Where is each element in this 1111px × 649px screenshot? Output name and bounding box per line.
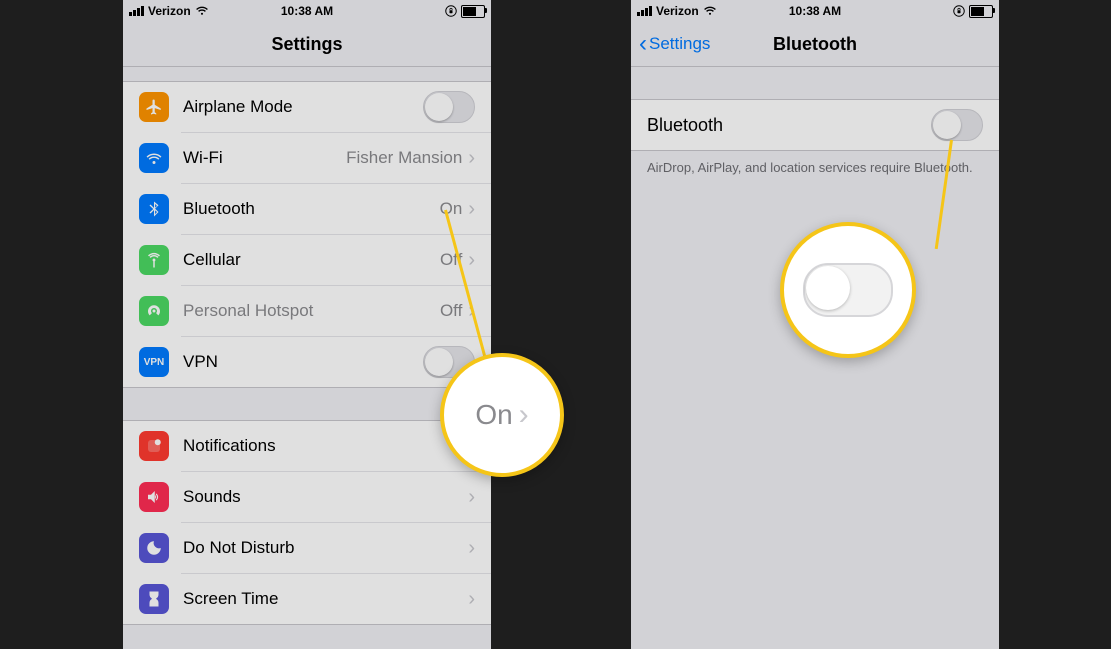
row-label: Bluetooth — [183, 199, 440, 219]
row-notifications[interactable]: Notifications › — [123, 421, 491, 471]
airplane-icon — [139, 92, 169, 122]
row-bluetooth[interactable]: Bluetooth On › — [181, 183, 491, 234]
page-title: Bluetooth — [773, 34, 857, 55]
battery-icon — [969, 5, 993, 18]
row-screen-time[interactable]: Screen Time › — [181, 573, 491, 624]
row-label: Bluetooth — [647, 115, 931, 136]
chevron-right-icon: › — [468, 250, 475, 270]
row-label: Wi-Fi — [183, 148, 346, 168]
dnd-row-icon — [139, 533, 169, 563]
chevron-right-icon: › — [519, 398, 529, 432]
status-time: 10:38 AM — [631, 4, 999, 18]
chevron-right-icon: › — [468, 487, 475, 507]
back-button[interactable]: ‹ Settings — [639, 32, 710, 56]
row-bluetooth-master[interactable]: Bluetooth — [631, 99, 999, 151]
row-value: On — [440, 199, 463, 219]
status-bar: Verizon 10:38 AM — [123, 0, 491, 22]
nav-bar: Settings — [123, 22, 491, 67]
airplane-toggle[interactable] — [423, 91, 475, 123]
status-bar: Verizon 10:38 AM — [631, 0, 999, 22]
bluetooth-row-icon — [139, 194, 169, 224]
row-label: Do Not Disturb — [183, 538, 468, 558]
screentime-row-icon — [139, 584, 169, 614]
settings-group-general: Notifications › Sounds › Do Not Disturb … — [123, 420, 491, 625]
row-label: Sounds — [183, 487, 468, 507]
hotspot-row-icon — [139, 296, 169, 326]
battery-icon — [461, 5, 485, 18]
sounds-row-icon — [139, 482, 169, 512]
row-label: Screen Time — [183, 589, 468, 609]
settings-screen: Verizon 10:38 AM Settings Airplane Mode … — [123, 0, 491, 649]
magnifier-bluetooth-toggle — [780, 222, 916, 358]
row-label: Airplane Mode — [183, 97, 423, 117]
magnifier-bluetooth-on: On › — [440, 353, 564, 477]
row-sounds[interactable]: Sounds › — [181, 471, 491, 522]
chevron-left-icon: ‹ — [639, 32, 647, 56]
chevron-right-icon: › — [468, 538, 475, 558]
row-vpn[interactable]: VPN VPN — [181, 336, 491, 387]
row-cellular[interactable]: Cellular Off › — [181, 234, 491, 285]
row-label: VPN — [183, 352, 423, 372]
bluetooth-toggle[interactable] — [931, 109, 983, 141]
page-title: Settings — [271, 34, 342, 55]
nav-bar: ‹ Settings Bluetooth — [631, 22, 999, 67]
row-label: Personal Hotspot — [183, 301, 440, 321]
wifi-row-icon — [139, 143, 169, 173]
back-label: Settings — [649, 34, 710, 54]
chevron-right-icon: › — [468, 148, 475, 168]
chevron-right-icon: › — [468, 589, 475, 609]
settings-group-network: Airplane Mode Wi-Fi Fisher Mansion › Blu… — [123, 81, 491, 388]
status-time: 10:38 AM — [123, 4, 491, 18]
chevron-right-icon: › — [468, 199, 475, 219]
magnified-value: On — [475, 399, 512, 431]
row-wifi[interactable]: Wi-Fi Fisher Mansion › — [181, 132, 491, 183]
row-airplane-mode[interactable]: Airplane Mode — [123, 82, 491, 132]
magnified-toggle — [803, 263, 893, 317]
row-label: Cellular — [183, 250, 440, 270]
row-label: Notifications — [183, 436, 468, 456]
notifications-row-icon — [139, 431, 169, 461]
row-personal-hotspot[interactable]: Personal Hotspot Off › — [181, 285, 491, 336]
cellular-row-icon — [139, 245, 169, 275]
vpn-row-icon: VPN — [139, 347, 169, 377]
row-value: Off — [440, 301, 462, 321]
row-value: Fisher Mansion — [346, 148, 462, 168]
row-do-not-disturb[interactable]: Do Not Disturb › — [181, 522, 491, 573]
